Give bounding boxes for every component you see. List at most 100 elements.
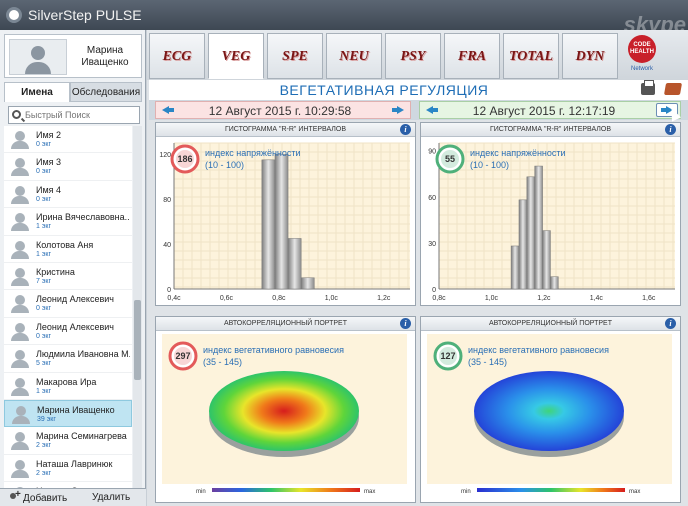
patient-avatar-icon: [10, 459, 30, 478]
info-icon[interactable]: i: [400, 124, 411, 135]
tab-ecg[interactable]: ECG: [149, 33, 205, 79]
info-icon[interactable]: i: [665, 124, 676, 135]
histogram-bar: [542, 230, 551, 290]
patient-name: Марина Иващенко: [37, 404, 115, 415]
patient-name: Макарова Ира: [36, 376, 97, 387]
x-tick-label: 1,4с: [590, 295, 604, 302]
patient-ecg-count: 7 экг: [36, 277, 52, 285]
autocorrelation-portrait-right: АВТОКОРРЕЛЯЦИОННЫЙ ПОРТРЕТ i min max 127 ин…: [420, 316, 681, 503]
patient-list-item[interactable]: Колотова Аня 1 экг: [4, 236, 132, 263]
autocorrelation-portrait-left: АВТОКОРРЕЛЯЦИОННЫЙ ПОРТРЕТ i min max 297 ин…: [155, 316, 416, 503]
color-legend-bar: [212, 488, 360, 492]
patient-ecg-count: 1 экг: [36, 387, 52, 395]
patient-list-item[interactable]: Имя 30 экг: [4, 153, 132, 181]
left-panel: Марина Иващенко Имена Обследования Имя 2…: [0, 30, 146, 506]
patient-ecg-count: 0 экг: [36, 195, 52, 203]
prev-arrow-icon[interactable]: [426, 106, 438, 114]
tab-neu[interactable]: NEU: [326, 33, 382, 79]
code-health-logo[interactable]: CODE HEALTH Network: [625, 34, 665, 76]
print-icon[interactable]: [641, 80, 655, 95]
patient-list-item[interactable]: Имя 20 экг: [4, 126, 132, 154]
add-patient-button[interactable]: Добавить: [10, 489, 67, 504]
y-tick-label: 40: [163, 242, 171, 249]
tab-names[interactable]: Имена: [4, 82, 70, 102]
rr-histogram-right: ГИСТОГРАММА "R-R" ИНТЕРВАЛОВ i 0 30 60 90 0,…: [420, 122, 681, 306]
tab-total[interactable]: TOTAL: [503, 33, 559, 79]
tab-fra[interactable]: FRA: [444, 33, 500, 79]
info-icon[interactable]: i: [665, 318, 676, 329]
patient-list-item[interactable]: Ирина Вячеславовна... 1 экг: [4, 208, 132, 236]
right-date-selector: 12 Август 2015 г. 12:17:19: [419, 101, 682, 122]
y-tick-label: 30: [428, 241, 436, 248]
y-tick-label: 0: [167, 287, 171, 294]
next-button[interactable]: [656, 103, 682, 122]
tab-dyn[interactable]: DYN: [562, 33, 618, 79]
book-icon[interactable]: [663, 83, 683, 95]
tab-veg[interactable]: VEG: [208, 33, 264, 79]
index-label: индекс вегетативного равновесия: [203, 345, 344, 355]
x-tick-label: 1,6с: [642, 295, 656, 302]
rr-histogram-chart: 0 30 60 90 0,8с 1,0с 1,2с 1,4с 1,6с 55 индекс напр…: [428, 142, 675, 302]
y-tick-label: 120: [159, 152, 171, 159]
histogram-bar: [526, 176, 535, 290]
scrollbar-thumb[interactable]: [134, 300, 141, 380]
autocorrelation-chart: min max 297 индекс вегетативного равновесия…: [162, 334, 407, 495]
patient-avatar-icon: [10, 294, 30, 314]
patient-list-item[interactable]: Кристина 7 экг: [4, 263, 132, 291]
tab-exams[interactable]: Обследования: [70, 82, 142, 102]
color-legend-bar: [477, 488, 625, 492]
search-box[interactable]: [8, 106, 140, 124]
user-last-name: Иващенко: [81, 57, 129, 68]
histogram-bar: [510, 245, 520, 290]
patient-avatar-icon: [10, 212, 30, 232]
title-bar: SilverStep PULSE skype: [0, 0, 688, 37]
index-range: (35 - 145): [468, 357, 507, 367]
x-tick-label: 1,2с: [537, 295, 551, 302]
index-label: индекс вегетативного равновесия: [468, 345, 609, 355]
patient-list-item[interactable]: Макарова Ира 1 экг: [4, 373, 132, 400]
user-name: Марина Иващенко: [69, 45, 141, 69]
next-arrow-icon[interactable]: [392, 106, 404, 114]
patient-list-scrollbar[interactable]: [133, 126, 142, 488]
portrait-surface: [209, 371, 359, 451]
add-user-icon: [10, 489, 21, 502]
delete-patient-button[interactable]: Удалить: [92, 492, 130, 503]
mouse-cursor-icon: [666, 106, 682, 122]
patient-ecg-count: 1 экг: [36, 223, 52, 231]
patient-list-item[interactable]: Марина Иващенко 39 экг: [4, 399, 132, 428]
portrait-surface: [474, 371, 624, 451]
patient-ecg-count: 0 экг: [36, 141, 52, 148]
histogram-bar: [287, 238, 302, 290]
patient-avatar-icon: [10, 157, 30, 177]
left-date-selector: 12 Август 2015 г. 10:29:58: [155, 101, 411, 119]
index-range: (10 - 100): [205, 160, 244, 170]
search-input[interactable]: [25, 108, 137, 122]
histogram-bar: [274, 153, 289, 290]
patient-list-item[interactable]: Леонид Алексевич 0 экг: [4, 318, 132, 346]
left-actions: Добавить Удалить: [0, 488, 146, 506]
patient-name: Наташа Лавринюк: [36, 458, 113, 469]
y-tick-label: 60: [428, 195, 436, 202]
legend-max: max: [364, 489, 375, 495]
tab-spe[interactable]: SPE: [267, 33, 323, 79]
patient-ecg-count: 2 экг: [36, 469, 52, 477]
user-avatar-icon: [9, 39, 67, 75]
tab-psy[interactable]: PSY: [385, 33, 441, 79]
patient-name: Имя 3: [36, 157, 62, 168]
prev-arrow-icon[interactable]: [162, 106, 174, 114]
patient-name: Имя 4: [36, 184, 62, 195]
patient-list-item[interactable]: Людмила Ивановна М... 5 экг: [4, 345, 132, 373]
patient-avatar-icon: [10, 130, 30, 149]
index-range: (35 - 145): [203, 357, 242, 367]
histogram-bar: [550, 276, 559, 290]
left-date: 12 Август 2015 г. 10:29:58: [208, 104, 352, 118]
patient-name: Ирина Вячеславовна...: [36, 212, 130, 223]
patient-name: Леонид Алексевич: [36, 294, 114, 305]
info-icon[interactable]: i: [400, 318, 411, 329]
patient-list-item[interactable]: Леонид Алексевич 0 экг: [4, 290, 132, 318]
user-first-name: Марина: [86, 45, 124, 56]
patient-list-item[interactable]: Марина Семинагрева 2 экг: [4, 427, 132, 455]
patient-avatar-icon: [10, 185, 30, 204]
patient-list-item[interactable]: Наташа Лавринюк 2 экг: [4, 455, 132, 483]
patient-list-item[interactable]: Имя 40 экг: [4, 181, 132, 209]
